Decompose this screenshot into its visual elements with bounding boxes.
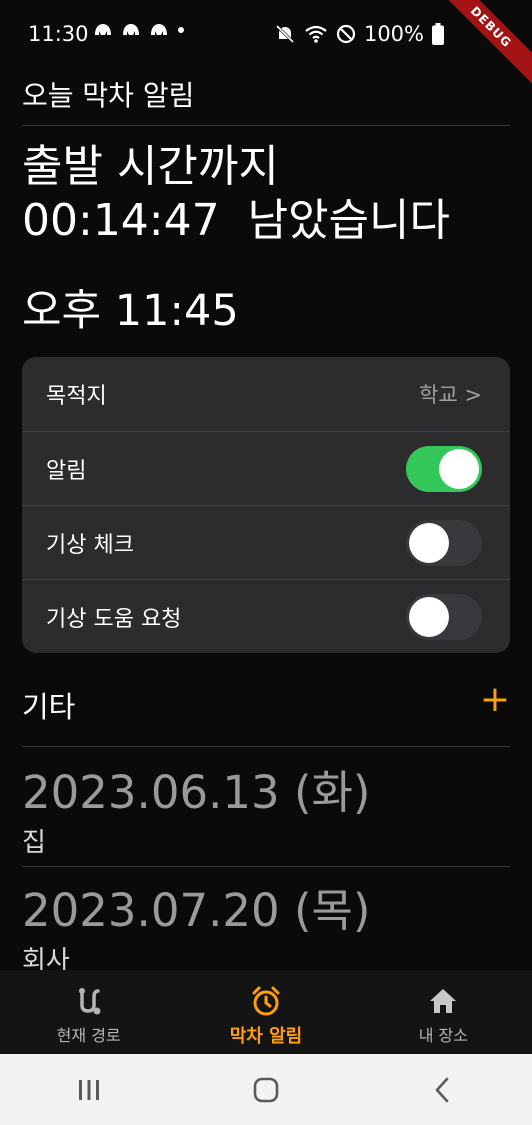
destination-value[interactable]: 학교 > [419, 379, 482, 409]
status-bar: 11:30 100% DEBUG [0, 0, 532, 88]
alarm-label: 알림 [46, 458, 87, 484]
page-title: 오늘 막차 알림 [22, 79, 195, 112]
nav-tab-my-places[interactable]: 내 장소 [355, 970, 532, 1054]
nav-label: 현재 경로 [56, 1026, 121, 1045]
alarm-row: 알림 [22, 431, 510, 505]
toggle-knob [409, 522, 449, 563]
list-divider [22, 866, 510, 867]
history-place: 집 [22, 828, 46, 858]
wake-help-row: 기상 도움 요청 [22, 579, 510, 653]
wake-help-toggle[interactable] [406, 593, 482, 640]
wake-check-row: 기상 체크 [22, 505, 510, 579]
notification-app-icon [95, 24, 111, 35]
battery-icon [432, 23, 444, 45]
wake-check-label: 기상 체크 [46, 532, 134, 558]
debug-banner: DEBUG [430, 0, 532, 88]
alarm-time[interactable]: 오후 11:45 [22, 276, 239, 338]
title-divider [22, 125, 510, 126]
do-not-disturb-icon [336, 24, 356, 44]
home-icon [428, 984, 458, 1018]
wake-check-toggle[interactable] [406, 519, 482, 566]
dot-icon [178, 27, 184, 33]
back-icon[interactable] [428, 1075, 458, 1105]
countdown-line2: 00:14:47 남았습니다 [22, 195, 450, 246]
notification-app-icon [123, 24, 139, 35]
recent-apps-icon[interactable] [74, 1077, 104, 1103]
home-button-icon[interactable] [251, 1075, 281, 1105]
history-date[interactable]: 2023.07.20 (목) [22, 874, 370, 939]
alarm-clock-icon [250, 984, 282, 1018]
battery-percent: 100% [363, 22, 424, 46]
nav-tab-current-route[interactable]: 현재 경로 [0, 970, 177, 1054]
notification-icons [92, 21, 186, 39]
section-divider [22, 746, 510, 747]
toggle-knob [439, 448, 479, 489]
wake-help-label: 기상 도움 요청 [46, 606, 182, 632]
countdown-line1: 출발 시간까지 [22, 141, 279, 192]
bottom-navigation: 현재 경로 막차 알림 내 장소 [0, 970, 532, 1054]
settings-card: 목적지 학교 > 알림 기상 체크 기상 도움 요청 [22, 357, 510, 653]
history-date[interactable]: 2023.06.13 (화) [22, 756, 370, 821]
destination-row[interactable]: 목적지 학교 > [22, 357, 510, 431]
route-icon [74, 984, 104, 1018]
wifi-icon [305, 25, 327, 43]
countdown-headline: 출발 시간까지 00:14:47 남았습니다 [22, 140, 450, 248]
destination-label: 목적지 [46, 384, 107, 409]
add-button[interactable]: + [480, 680, 510, 720]
nav-tab-last-train-alarm[interactable]: 막차 알림 [177, 970, 354, 1054]
nav-label: 막차 알림 [229, 1026, 303, 1047]
alarm-toggle[interactable] [406, 445, 482, 492]
status-time: 11:30 [28, 22, 89, 46]
others-section-title: 기타 [22, 690, 76, 724]
status-right: 100% [274, 22, 444, 46]
system-navigation-bar [0, 1054, 532, 1125]
toggle-knob [409, 596, 449, 637]
nav-label: 내 장소 [418, 1026, 468, 1045]
notification-app-icon [151, 24, 167, 35]
mute-icon [275, 24, 295, 44]
